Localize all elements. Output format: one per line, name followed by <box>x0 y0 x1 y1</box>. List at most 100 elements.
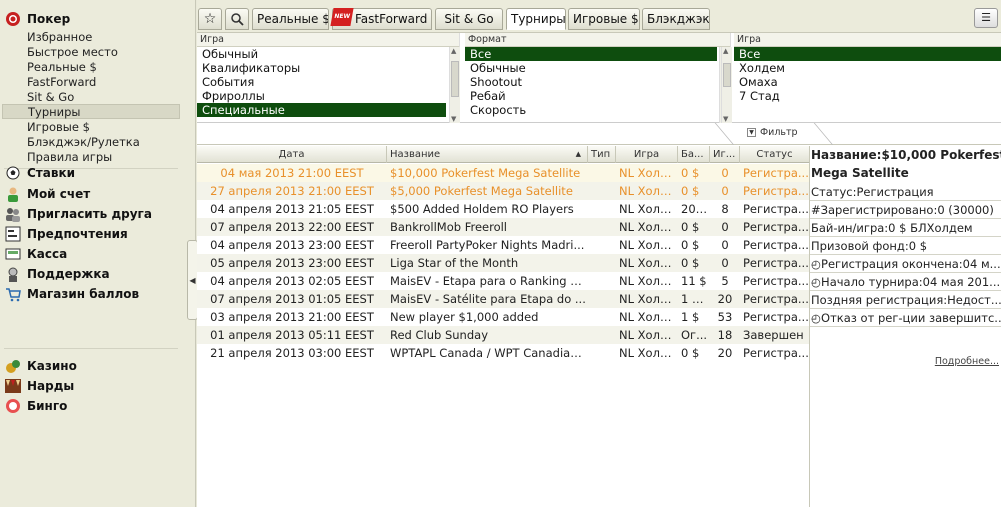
scroll-thumb[interactable] <box>723 63 731 87</box>
table-row[interactable]: 01 апреля 2013 05:11 EEST Red Club Sunday… <box>197 326 809 344</box>
sidebar-item-blackjack-roulette[interactable]: Блэкджэк/Рулетка <box>27 135 140 150</box>
cell-status: Регистра... <box>743 238 809 252</box>
table-row[interactable]: 05 апреля 2013 23:00 EEST Liga Star of th… <box>197 254 809 272</box>
scroll-up-icon[interactable]: ▲ <box>451 47 456 55</box>
table-row[interactable]: 07 апреля 2013 01:05 EEST MaisEV - Satéli… <box>197 290 809 308</box>
tab-sit-and-go[interactable]: Sit & Go <box>435 8 503 30</box>
scroll-up-icon[interactable]: ▲ <box>723 47 728 55</box>
scroll-thumb[interactable] <box>451 61 459 97</box>
table-row[interactable]: 21 апреля 2013 03:00 EEST WPTAPL Canada /… <box>197 344 809 362</box>
sidebar-section-backgammon[interactable]: Нарды <box>0 377 196 395</box>
tab-favorites[interactable]: ☆ <box>198 8 222 30</box>
cell-buyin: 1 б... <box>681 292 710 306</box>
filter-scrollbar[interactable]: ▲▼ <box>721 47 732 123</box>
column-header-game[interactable]: Игра <box>616 146 678 163</box>
scroll-down-icon[interactable]: ▼ <box>451 115 456 123</box>
cell-buyin: 0 $ <box>681 256 700 270</box>
cell-players: 0 <box>721 184 729 198</box>
sidebar-section-support[interactable]: Поддержка <box>0 265 196 283</box>
star-icon: ☆ <box>203 11 217 27</box>
sidebar-section-casino[interactable]: Казино <box>0 357 196 375</box>
cell-name: Freeroll PartyPoker Nights Madri... <box>390 238 585 252</box>
sidebar-section-cashier[interactable]: Касса <box>0 245 196 263</box>
filter-option-selected[interactable]: Все <box>465 47 717 61</box>
sidebar-section-account[interactable]: Мой счет <box>0 185 196 203</box>
column-header-date[interactable]: Дата <box>197 146 387 163</box>
details-registered: #Зарегистрировано:0 (30000) <box>810 201 1001 219</box>
tab-search[interactable] <box>225 8 249 30</box>
cell-buyin: 0 $ <box>681 184 700 198</box>
tab-blackjack[interactable]: Блэкджэк <box>642 8 710 30</box>
cell-players: 53 <box>717 310 733 324</box>
sidebar-item-game-rules[interactable]: Правила игры <box>27 150 112 165</box>
sidebar-item-quick-seat[interactable]: Быстрое место <box>27 45 118 60</box>
more-details-link[interactable]: Подробнее... <box>935 356 999 367</box>
sidebar-section-poker[interactable]: Покер <box>0 10 196 28</box>
sidebar-item-favorites[interactable]: Избранное <box>27 30 92 45</box>
table-row[interactable]: 04 апреля 2013 21:05 EEST $500 Added Hold… <box>197 200 809 218</box>
filter-option[interactable]: Обычные <box>465 61 730 75</box>
cell-date: 04 апреля 2013 21:05 EEST <box>210 202 374 216</box>
filter-option[interactable]: Фрироллы <box>197 89 459 103</box>
backgammon-icon <box>4 377 22 395</box>
filter-scrollbar[interactable]: ▲▼ <box>449 47 460 123</box>
cell-type <box>588 344 616 362</box>
sidebar-section-points-shop[interactable]: Магазин баллов <box>0 285 196 303</box>
filter-option[interactable]: События <box>197 75 459 89</box>
sidebar-stakes-label: Ставки <box>27 166 76 180</box>
sidebar-section-bingo[interactable]: Бинго <box>0 397 196 415</box>
cell-name: $5,000 Pokerfest Mega Satellite <box>390 184 573 198</box>
lobby-menu-button[interactable]: ☰ <box>974 8 998 28</box>
column-header-status[interactable]: Статус <box>740 146 809 163</box>
table-row[interactable]: 07 апреля 2013 22:00 EEST BankrollMob Fre… <box>197 218 809 236</box>
cell-name: New player $1,000 added <box>390 310 539 324</box>
filter-option[interactable]: Обычный <box>197 47 459 61</box>
filter-toggle-button[interactable]: ▼ Фильтр <box>747 127 798 138</box>
details-start-time-text: Начало турнира:04 мая 201... <box>821 275 1001 289</box>
cell-buyin: 0 $ <box>681 166 700 180</box>
table-row[interactable]: 03 апреля 2013 21:00 EEST New player $1,0… <box>197 308 809 326</box>
column-header-buyin[interactable]: Ба... <box>678 146 710 163</box>
clock-icon: ◴ <box>811 311 822 325</box>
column-header-type[interactable]: Тип <box>588 146 616 163</box>
cell-type <box>588 290 616 308</box>
sidebar-item-sit-and-go[interactable]: Sit & Go <box>27 90 74 105</box>
table-row[interactable]: 04 мая 2013 21:00 EEST $10,000 Pokerfest … <box>197 164 809 182</box>
sidebar-section-invite[interactable]: Пригласить друга <box>0 205 196 223</box>
cell-date: 07 апреля 2013 01:05 EEST <box>210 292 374 306</box>
sidebar-item-tournaments[interactable]: Турниры <box>2 104 180 119</box>
cell-date: 04 мая 2013 21:00 EEST <box>220 166 364 180</box>
cell-game: NL Холдем <box>619 310 678 324</box>
cell-type <box>588 182 616 200</box>
tab-play-money[interactable]: Игровые $ <box>568 8 640 30</box>
filter-option[interactable]: Омаха <box>734 75 1001 89</box>
sidebar-item-real-money[interactable]: Реальные $ <box>27 60 97 75</box>
tab-real-money[interactable]: Реальные $ <box>252 8 329 30</box>
table-header: Дата Название ▲ Тип Игра Ба... Иг... Стат… <box>197 146 809 163</box>
column-header-players[interactable]: Иг... <box>710 146 740 163</box>
table-row[interactable]: 04 апреля 2013 23:00 EEST Freeroll PartyP… <box>197 236 809 254</box>
filter-option-selected[interactable]: Специальные <box>197 103 446 117</box>
sidebar-item-fastforward[interactable]: FastForward <box>27 75 96 90</box>
filter-option[interactable]: Ребай <box>465 89 730 103</box>
column-header-name[interactable]: Название ▲ <box>387 146 588 163</box>
filter-option[interactable]: Скорость <box>465 103 730 117</box>
cell-status: Регистра... <box>743 220 809 234</box>
filter-option[interactable]: Квалификаторы <box>197 61 459 75</box>
sidebar-section-preferences[interactable]: Предпочтения <box>0 225 196 243</box>
filter-option-selected[interactable]: Все <box>734 47 1001 61</box>
filter-option[interactable]: 7 Стад <box>734 89 1001 103</box>
scroll-down-icon[interactable]: ▼ <box>723 115 728 123</box>
sidebar-item-play-money[interactable]: Игровые $ <box>27 120 90 135</box>
cell-status: Регистра... <box>743 184 809 198</box>
table-row[interactable]: 04 апреля 2013 02:05 EEST MaisEV - Etapa … <box>197 272 809 290</box>
cell-status: Регистра... <box>743 292 809 306</box>
tab-tournaments[interactable]: Турниры <box>506 8 566 30</box>
table-row[interactable]: 27 апреля 2013 21:00 EEST $5,000 Pokerfes… <box>197 182 809 200</box>
filter-option[interactable]: Холдем <box>734 61 1001 75</box>
sidebar-section-stakes[interactable]: Ставки <box>0 164 196 182</box>
filter-game-column: Игра Все Холдем Омаха 7 Стад ▲ ▼ <box>721 33 1001 123</box>
cell-game: NL Холдем <box>619 220 678 234</box>
tab-bar: ☆ Реальные $ FastForward NEW Sit & Go Ту… <box>197 0 1001 33</box>
filter-option[interactable]: Shootout <box>465 75 730 89</box>
